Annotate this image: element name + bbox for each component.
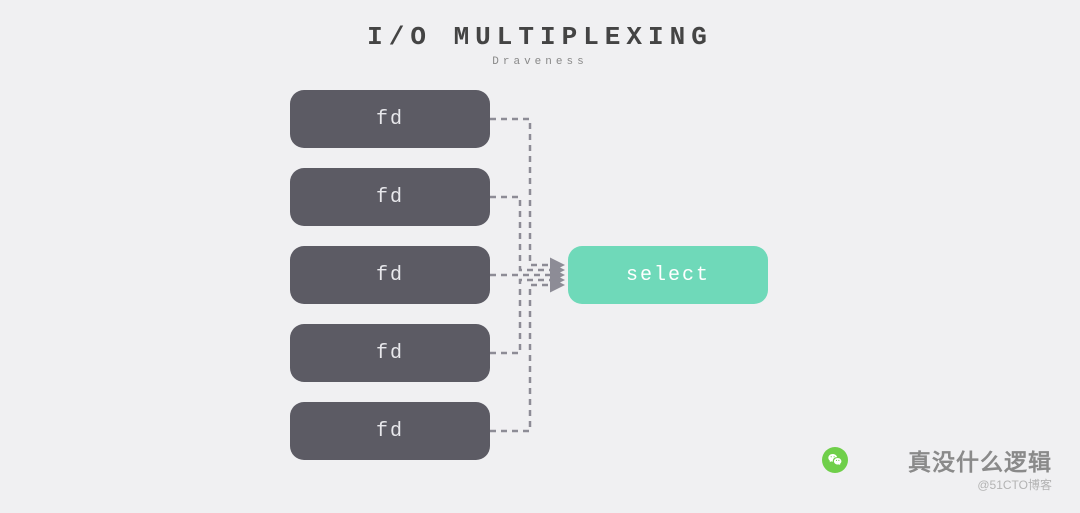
diagram-author: Draveness — [0, 56, 1080, 68]
select-node-label: select — [626, 264, 710, 287]
diagram-canvas: fd fd fd fd fd select — [0, 80, 1080, 500]
watermark-text: 真没什么逻辑 — [908, 443, 1052, 477]
fd-node-1: fd — [290, 90, 490, 148]
fd-node-2: fd — [290, 168, 490, 226]
fd-node-label: fd — [376, 264, 404, 287]
fd-node-3: fd — [290, 246, 490, 304]
edge-fd2-select — [490, 197, 562, 270]
watermark-source: @51CTO博客 — [977, 476, 1052, 493]
fd-node-4: fd — [290, 324, 490, 382]
fd-node-label: fd — [376, 342, 404, 365]
edge-fd5-select — [490, 285, 562, 431]
fd-node-label: fd — [376, 108, 404, 131]
wechat-icon — [822, 447, 848, 473]
edge-fd1-select — [490, 119, 562, 265]
fd-node-label: fd — [376, 186, 404, 209]
connector-layer — [0, 80, 1080, 500]
fd-node-label: fd — [376, 420, 404, 443]
edge-fd4-select — [490, 280, 562, 353]
select-node: select — [568, 246, 768, 304]
diagram-title: I/O MULTIPLEXING — [0, 0, 1080, 52]
fd-node-5: fd — [290, 402, 490, 460]
